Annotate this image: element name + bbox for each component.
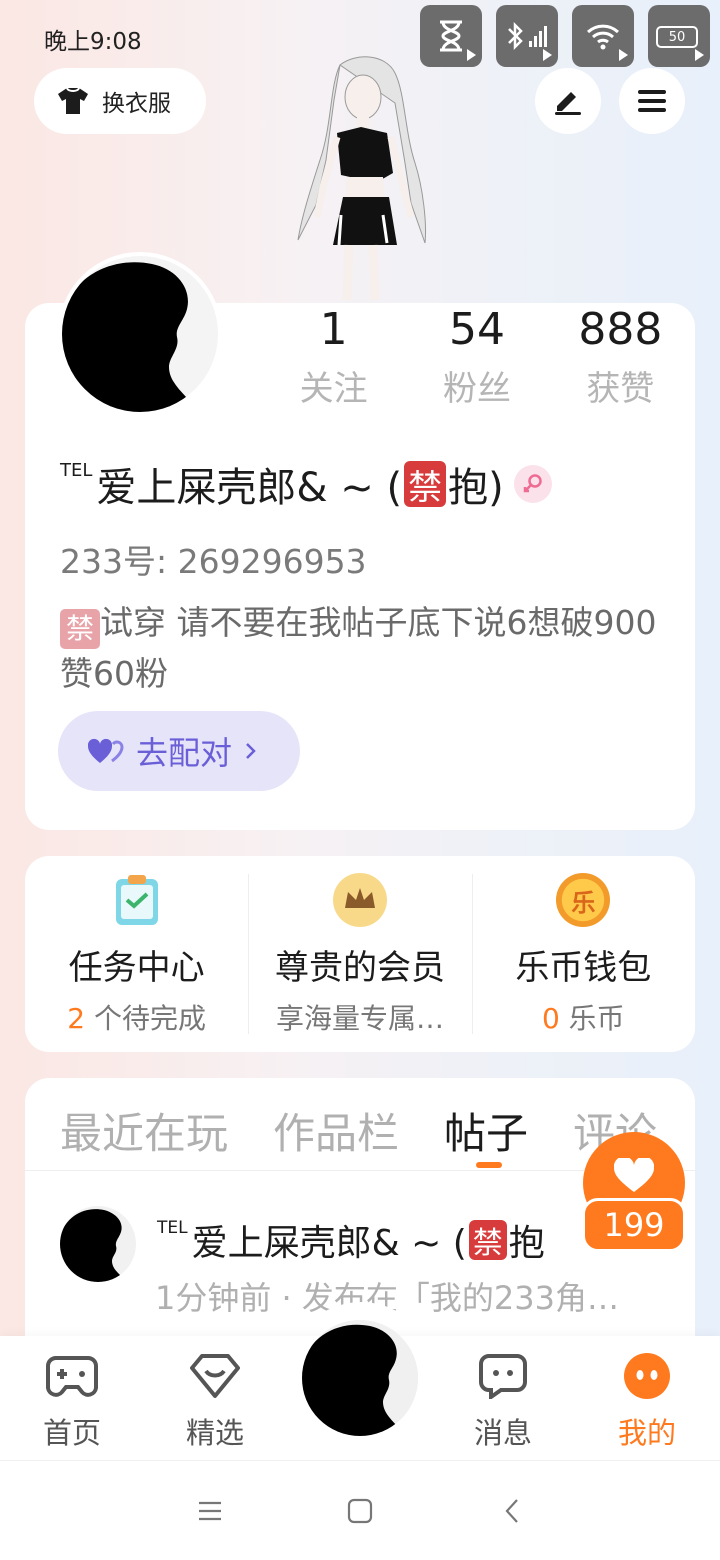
avatar-character[interactable]	[285, 55, 435, 305]
smile-face-icon	[597, 1350, 697, 1402]
user-id: 233号: 269296953	[60, 542, 367, 581]
wifi-icon	[572, 5, 634, 67]
tab-works[interactable]: 作品栏	[273, 1100, 399, 1161]
hamburger-icon	[638, 90, 666, 112]
home-button[interactable]	[340, 1491, 380, 1531]
stat-likes-label: 获赞	[586, 369, 655, 409]
gem-smile-icon	[165, 1350, 265, 1402]
menu-button[interactable]	[619, 68, 685, 134]
stat-following[interactable]: 1 关注	[262, 302, 405, 422]
change-outfit-label: 换衣服	[102, 91, 171, 117]
match-label: 去配对	[136, 734, 233, 772]
services-card: 任务中心 2 个待完成 尊贵的会员 享海量专属… 乐 乐币钱包 0 乐币	[25, 856, 695, 1052]
vip-membership[interactable]: 尊贵的会员 享海量专属…	[248, 856, 471, 1052]
back-button[interactable]	[492, 1491, 532, 1531]
clipboard-check-icon	[107, 870, 167, 930]
post-author-name: TEL 爱上屎壳郎& ~ ( 禁 抱	[157, 1218, 545, 1264]
recent-apps-button[interactable]	[190, 1491, 230, 1531]
task-center-title: 任务中心	[68, 948, 205, 988]
nav-featured[interactable]: 精选	[165, 1350, 265, 1452]
match-button[interactable]: 去配对	[58, 711, 300, 791]
heart-pair-icon	[88, 738, 124, 763]
vip-title: 尊贵的会员	[274, 948, 445, 988]
menu-lines-icon	[199, 1501, 221, 1521]
square-icon	[347, 1498, 373, 1524]
battery-icon: 50	[648, 5, 710, 67]
coin-icon: 乐	[553, 870, 613, 930]
chevron-right-icon	[246, 743, 256, 759]
ban-emoji-post: 禁	[468, 1220, 507, 1261]
profile-stats: 1 关注 54 粉丝 888 获赞	[262, 302, 692, 422]
coin-wallet[interactable]: 乐 乐币钱包 0 乐币	[471, 856, 695, 1052]
nav-home[interactable]: 首页	[22, 1350, 122, 1452]
nav-messages-label: 消息	[473, 1416, 532, 1450]
like-count: 199	[582, 1198, 686, 1252]
wallet-sub: 0 乐币	[541, 1002, 625, 1035]
task-center-sub: 2 个待完成	[67, 1002, 207, 1035]
tab-posts[interactable]: 帖子	[444, 1100, 528, 1168]
gamepad-icon	[22, 1350, 122, 1402]
vip-sub: 享海量专属…	[275, 1002, 444, 1035]
wallet-title: 乐币钱包	[515, 948, 652, 988]
change-outfit-button[interactable]: 换衣服	[34, 68, 206, 134]
bluetooth-signal-icon	[496, 5, 558, 67]
stat-likes[interactable]: 888 获赞	[549, 302, 692, 422]
stat-followers[interactable]: 54 粉丝	[405, 302, 548, 422]
heart-icon	[614, 1158, 654, 1192]
chat-bubble-icon	[453, 1350, 553, 1402]
task-center[interactable]: 任务中心 2 个待完成	[25, 856, 248, 1052]
content-tabs: 最近在玩 作品栏 帖子 评论	[60, 1100, 657, 1168]
back-arrow-icon	[505, 1499, 518, 1523]
name-part2: 抱)	[448, 465, 504, 511]
profile-name: TEL 爱上屎壳郎& ~ ( 禁 抱)	[60, 455, 552, 513]
status-time: 晚上9:08	[44, 29, 142, 55]
profile-bio: 禁试穿 请不要在我帖子底下说6想破900赞60粉	[60, 598, 660, 699]
system-nav-bar	[0, 1460, 720, 1560]
stat-likes-value: 888	[578, 304, 663, 355]
nav-me[interactable]: 我的	[597, 1350, 697, 1452]
edit-button[interactable]	[535, 68, 601, 134]
ban-emoji-small: 禁	[60, 609, 100, 649]
stat-followers-value: 54	[448, 304, 505, 355]
stat-following-label: 关注	[299, 369, 368, 409]
crown-icon	[330, 870, 390, 930]
nav-center-avatar[interactable]	[302, 1320, 418, 1436]
nav-me-label: 我的	[617, 1416, 676, 1450]
battery-level: 50	[656, 26, 698, 48]
female-gender-icon	[513, 465, 552, 503]
tshirt-icon	[58, 87, 88, 114]
profile-avatar[interactable]	[58, 252, 222, 416]
stat-followers-label: 粉丝	[442, 369, 511, 409]
pen-icon	[555, 92, 581, 115]
tel-mark: TEL	[60, 459, 93, 481]
nav-messages[interactable]: 消息	[453, 1350, 553, 1452]
bio-text: 试穿 请不要在我帖子底下说6想破900赞60粉	[60, 603, 657, 693]
post-author-avatar[interactable]	[60, 1206, 136, 1282]
status-icons: 50	[420, 5, 710, 67]
ban-emoji: 禁	[404, 461, 447, 508]
tab-recently-played[interactable]: 最近在玩	[60, 1100, 228, 1161]
nav-featured-label: 精选	[185, 1416, 244, 1450]
name-part1: 爱上屎壳郎& ~ (	[96, 465, 403, 511]
nav-home-label: 首页	[42, 1416, 101, 1450]
stat-following-value: 1	[319, 304, 348, 355]
